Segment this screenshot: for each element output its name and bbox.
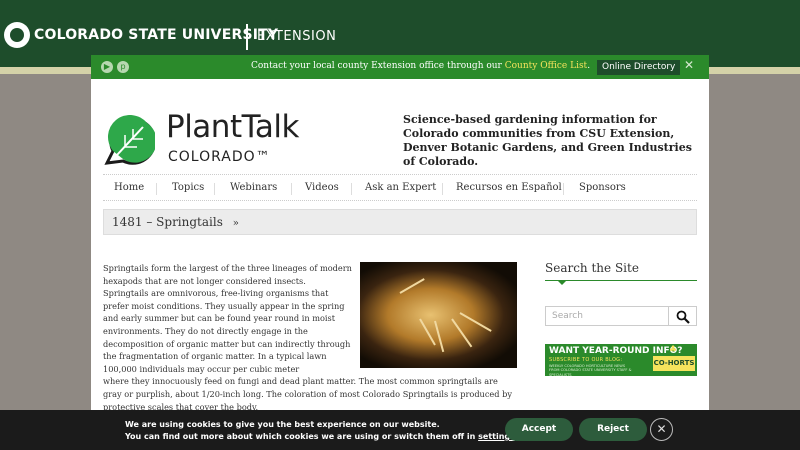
notice-close-icon[interactable]: ✕: [684, 58, 694, 72]
cookie-close-icon[interactable]: ✕: [650, 418, 673, 441]
article-text-continued: where they innocuously feed on fungi and…: [103, 376, 512, 412]
notice-message: Contact your local county Extension offi…: [251, 61, 502, 71]
notice-bar: ▶ p Contact your local county Extension …: [91, 55, 709, 85]
youtube-icon[interactable]: ▶: [101, 61, 113, 73]
search-button[interactable]: [669, 306, 697, 326]
breadcrumb: 1481 – Springtails »: [103, 209, 697, 235]
clover-icon: ♣: [669, 345, 678, 355]
plant-talk-leaf-icon[interactable]: [103, 115, 155, 167]
search-input[interactable]: Search: [545, 306, 669, 326]
cookie-line-1: We are using cookies to give you the bes…: [125, 420, 440, 429]
page-title: 1481 – Springtails »: [112, 215, 239, 229]
nav-separator: [214, 183, 215, 195]
nav-separator: [291, 183, 292, 195]
nav-item-sponsors[interactable]: Sponsors: [579, 182, 626, 193]
csu-wordmark[interactable]: COLORADO STATE UNIVERSITY: [34, 27, 278, 43]
nav-item-webinars[interactable]: Webinars: [230, 182, 277, 193]
breadcrumb-arrow-icon: »: [232, 218, 239, 229]
nav-separator: [156, 183, 157, 195]
csu-ram-logo-icon[interactable]: [4, 22, 30, 48]
search-icon: [676, 310, 690, 324]
online-directory-button[interactable]: Online Directory: [597, 60, 681, 75]
notice-suffix: .: [587, 61, 591, 71]
cookie-line-2-text: You can find out more about which cookie…: [125, 432, 476, 441]
article-text: Springtails form the largest of the thre…: [103, 263, 352, 374]
cookie-line-2: You can find out more about which cookie…: [125, 431, 521, 443]
site-logo-title[interactable]: PlantTalk: [166, 109, 299, 145]
notice-text: Contact your local county Extension offi…: [251, 61, 590, 71]
article-body: Springtails form the largest of the thre…: [103, 262, 517, 413]
banner-detail: WEEKLY COLORADO HORTICULTURE NEWS FROM C…: [549, 364, 632, 376]
nav-item-recursos[interactable]: Recursos en Español: [456, 182, 562, 193]
co-horts-logo: CO-HORTS: [653, 356, 695, 371]
co-horts-blog-banner[interactable]: WANT YEAR-ROUND INFO? ♣ SUBSCRIBE TO OUR…: [545, 344, 697, 376]
banner-headline: WANT YEAR-ROUND INFO?: [549, 346, 683, 356]
main-nav: Home Topics Webinars Videos Ask an Exper…: [103, 174, 697, 201]
pinterest-icon[interactable]: p: [117, 61, 129, 73]
header-divider: [246, 24, 248, 50]
nav-separator: [351, 183, 352, 195]
extension-link[interactable]: EXTENSION: [257, 29, 336, 44]
cookie-message: We are using cookies to give you the bes…: [125, 419, 521, 443]
county-office-list-link[interactable]: County Office List: [505, 61, 587, 71]
reject-button[interactable]: Reject: [579, 418, 647, 441]
accept-button[interactable]: Accept: [505, 418, 573, 441]
site-logo-subtitle[interactable]: COLORADO™: [168, 149, 271, 165]
banner-subline: SUBSCRIBE TO OUR BLOG:: [549, 357, 623, 363]
site-tagline: Science-based gardening information for …: [403, 113, 692, 168]
page-container: PlantTalk COLORADO™ Science-based garden…: [91, 79, 709, 450]
nav-item-videos[interactable]: Videos: [305, 182, 339, 193]
sidebar-rule: [545, 280, 697, 281]
sidebar-pointer: [558, 281, 566, 285]
nav-item-topics[interactable]: Topics: [172, 182, 204, 193]
cookie-consent-bar: We are using cookies to give you the bes…: [0, 410, 800, 450]
nav-item-ask-an-expert[interactable]: Ask an Expert: [365, 182, 436, 193]
nav-separator: [563, 183, 564, 195]
nav-item-home[interactable]: Home: [114, 182, 144, 193]
nav-separator: [442, 183, 443, 195]
page-title-text: 1481 – Springtails: [112, 215, 223, 229]
sidebar-search-heading: Search the Site: [545, 261, 639, 275]
